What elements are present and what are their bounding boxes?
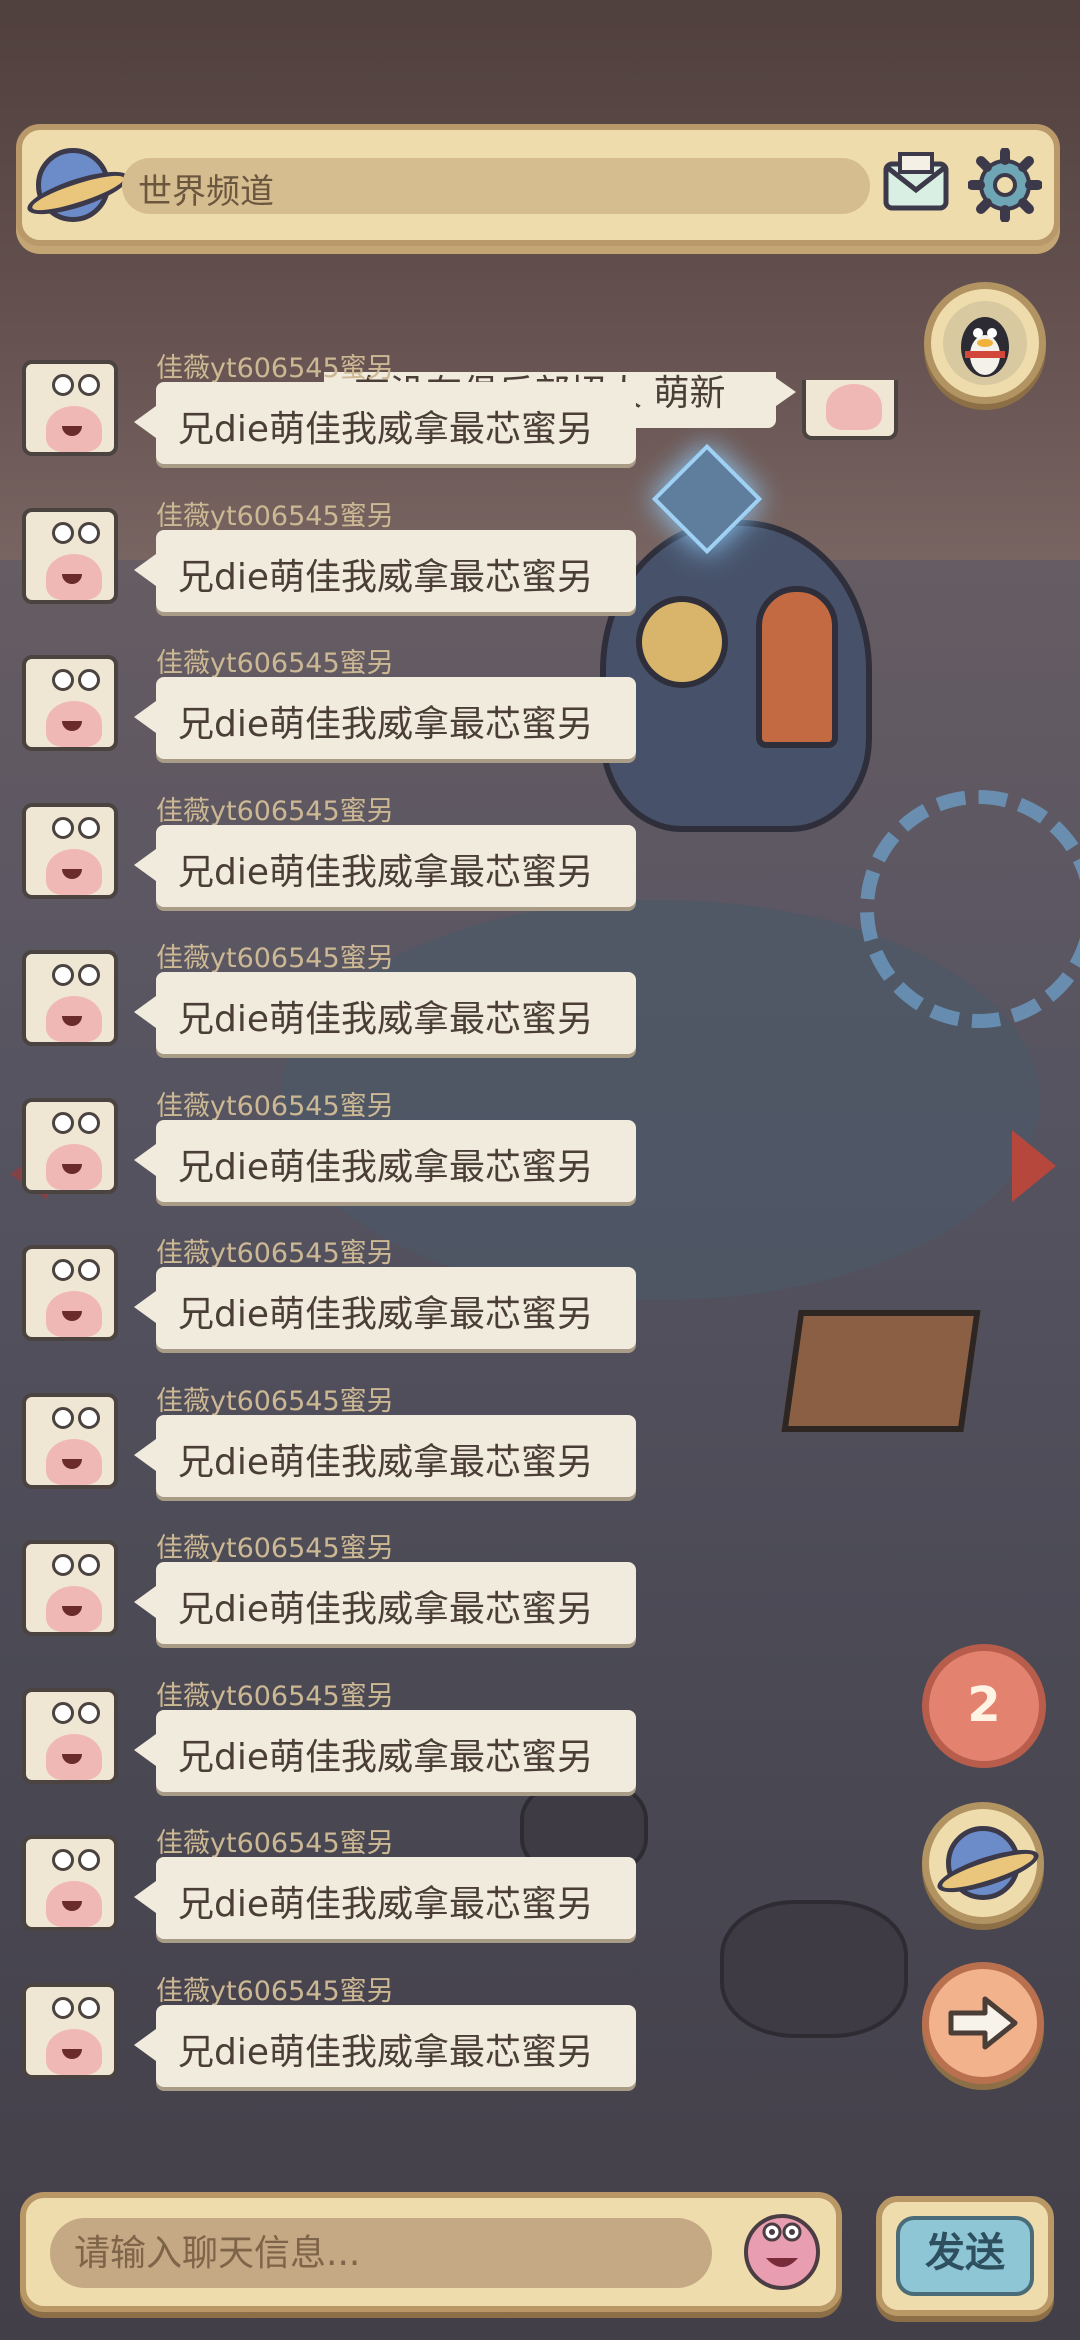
emoji-icon[interactable]: [744, 2214, 820, 2290]
pod-window: [756, 586, 838, 748]
send-button-label: 发送: [925, 2230, 1005, 2276]
snail-eye: [52, 1406, 74, 1429]
sender-username[interactable]: 佳薇yt606545蜜另: [156, 936, 394, 975]
chat-message-row[interactable]: 佳薇yt606545蜜另 兄die萌佳我威拿最芯蜜另: [0, 254, 660, 464]
sender-username[interactable]: 佳薇yt606545蜜另: [156, 1674, 394, 1713]
snail-eye: [52, 1996, 74, 2019]
scene-rock: [720, 1900, 908, 2038]
snail-eye: [78, 1111, 100, 1134]
exit-chat-button[interactable]: [922, 1962, 1044, 2084]
chat-message-row[interactable]: 佳薇yt606545蜜另 兄die萌佳我威拿最芯蜜另: [0, 1434, 660, 1644]
snail-eye: [78, 1996, 100, 2019]
planet-button-icon: [941, 1821, 1025, 1905]
own-avatar[interactable]: [802, 380, 898, 440]
chat-message-row[interactable]: 佳薇yt606545蜜另 兄die萌佳我威拿最芯蜜另: [0, 1582, 660, 1792]
arrow-right-icon: [941, 1981, 1025, 2065]
scene-nav-right-icon[interactable]: [1012, 1130, 1056, 1202]
snail-eye: [52, 1111, 74, 1134]
chat-message-row[interactable]: 佳薇yt606545蜜另 兄die萌佳我威拿最芯蜜另: [0, 1139, 660, 1349]
chat-message-row[interactable]: 佳薇yt606545蜜另兄die萌佳我威拿最芯蜜另: [0, 1877, 660, 2087]
snail-eye: [78, 374, 100, 396]
scene-cart[interactable]: [781, 1310, 981, 1432]
gear-icon[interactable]: [968, 148, 1042, 222]
sender-avatar[interactable]: [22, 1982, 118, 2079]
chat-message-row[interactable]: 佳薇yt606545蜜另 兄die萌佳我威拿最芯蜜另: [0, 1729, 660, 1939]
snail-eye: [52, 816, 74, 839]
snail-eye: [52, 669, 74, 691]
qq-penguin-icon: [943, 301, 1027, 385]
sender-username[interactable]: 佳薇yt606545蜜另: [156, 1969, 394, 2008]
chat-composer: [20, 2192, 842, 2312]
world-channel-button[interactable]: [922, 1802, 1044, 1924]
unread-count-badge[interactable]: 2: [922, 1644, 1046, 1768]
planet-icon: [946, 1826, 1020, 1900]
sender-username[interactable]: 佳薇yt606545蜜另: [156, 1526, 394, 1565]
chat-header: 世界频道: [16, 124, 1060, 246]
snail-eye: [78, 1701, 100, 1724]
mail-icon[interactable]: [882, 150, 950, 218]
chat-message-row[interactable]: 佳薇yt606545蜜另 兄die萌佳我威拿最芯蜜另: [0, 549, 660, 759]
chat-message-row[interactable]: 佳薇yt606545蜜另 兄die萌佳我威拿最芯蜜另: [0, 402, 660, 612]
sender-username[interactable]: 佳薇yt606545蜜另: [156, 1231, 394, 1270]
snail-eye: [52, 521, 74, 544]
unread-count: 2: [967, 1677, 1001, 1733]
chat-message-row[interactable]: 佳薇yt606545蜜另 兄die萌佳我威拿最芯蜜另: [0, 992, 660, 1202]
chat-message-row[interactable]: 佳薇yt606545蜜另 兄die萌佳我威拿最芯蜜另: [0, 1287, 660, 1497]
planet-icon[interactable]: [36, 148, 110, 222]
chat-message-row[interactable]: 佳薇yt606545蜜另 兄die萌佳我威拿最芯蜜另: [0, 844, 660, 1054]
snail-eye: [52, 374, 74, 396]
snail-eye: [78, 816, 100, 839]
channel-title: 世界频道: [138, 172, 274, 212]
snail-eye: [52, 1701, 74, 1724]
send-button[interactable]: 发送: [876, 2196, 1054, 2316]
snail-eye: [78, 669, 100, 691]
message-text: 兄die萌佳我威拿最芯蜜另: [178, 2031, 594, 2073]
message-bubble[interactable]: 兄die萌佳我威拿最芯蜜另: [134, 2004, 636, 2087]
snail-eye: [78, 1849, 100, 1871]
qq-button[interactable]: [924, 282, 1046, 404]
sender-username[interactable]: 佳薇yt606545蜜另: [156, 1821, 394, 1860]
snail-eye: [78, 521, 100, 544]
snail-eye: [78, 1259, 100, 1281]
sender-username[interactable]: 佳薇yt606545蜜另: [156, 494, 394, 533]
snail-eye: [52, 964, 74, 986]
sender-username[interactable]: 佳薇yt606545蜜另: [156, 1379, 394, 1418]
snail-eye: [52, 1259, 74, 1281]
chat-input[interactable]: [50, 2218, 712, 2288]
snail-eye: [78, 1406, 100, 1429]
snail-eye: [52, 1554, 74, 1576]
sender-username[interactable]: 佳薇yt606545蜜另: [156, 789, 394, 828]
chat-message-row[interactable]: 佳薇yt606545蜜另 兄die萌佳我威拿最芯蜜另: [0, 697, 660, 907]
sender-username[interactable]: 佳薇yt606545蜜另: [156, 346, 394, 385]
snail-avatar-icon: [826, 384, 882, 430]
snail-eye: [78, 1554, 100, 1576]
snail-eye: [52, 1849, 74, 1871]
snail-eye: [78, 964, 100, 986]
sender-username[interactable]: 佳薇yt606545蜜另: [156, 1084, 394, 1123]
own-message-tail: [776, 378, 796, 406]
sender-username[interactable]: 佳薇yt606545蜜另: [156, 641, 394, 680]
